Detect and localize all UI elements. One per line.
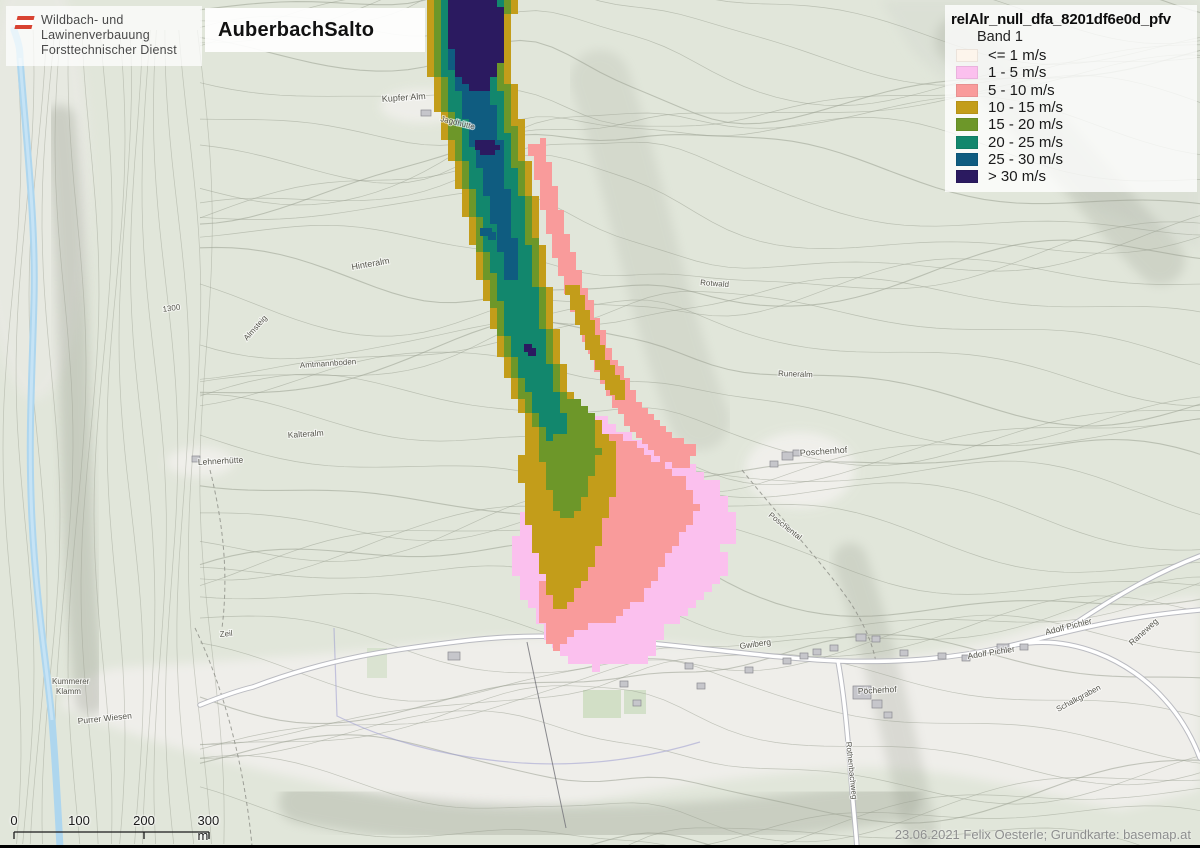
legend-item-label: 10 - 15 m/s <box>988 99 1063 116</box>
legend-item-label: > 30 m/s <box>988 168 1046 185</box>
legend-title: relAlr_null_dfa_8201df6e0d_pfv <box>951 11 1191 28</box>
legend-item-label: 25 - 30 m/s <box>988 151 1063 168</box>
map-place-label: Pöcherhof <box>858 684 898 696</box>
agency-line-2: Lawinenverbauung <box>41 28 150 42</box>
map-export-page: Kupfer AlmJagdhütteHinteralm1300Almsteig… <box>0 0 1200 848</box>
legend-panel: relAlr_null_dfa_8201df6e0d_pfv Band 1 <=… <box>945 5 1197 192</box>
legend-swatch <box>956 66 978 79</box>
map-place-label: Kummerer <box>52 677 90 686</box>
legend-item: 20 - 25 m/s <box>951 133 1191 150</box>
legend-item-label: 20 - 25 m/s <box>988 134 1063 151</box>
legend-item-label: 5 - 10 m/s <box>988 82 1055 99</box>
agency-name: Wildbach- und Lawinenverbauung Forsttech… <box>41 13 177 58</box>
scalebar-label: 100 <box>68 813 90 828</box>
legend-item: 10 - 15 m/s <box>951 99 1191 116</box>
scalebar-line <box>4 830 244 844</box>
scalebar: 0100200300 m <box>4 813 244 847</box>
legend-item-label: 1 - 5 m/s <box>988 64 1046 81</box>
map-title: AuberbachSalto <box>205 19 374 42</box>
agency-branding-panel: Wildbach- und Lawinenverbauung Forsttech… <box>6 6 202 66</box>
austrian-flag-icon <box>14 16 34 29</box>
scalebar-label: 200 <box>133 813 155 828</box>
agency-line-3: Forsttechnischer Dienst <box>41 43 177 57</box>
legend-item: 1 - 5 m/s <box>951 64 1191 81</box>
agency-line-1: Wildbach- und <box>41 13 124 27</box>
map-title-panel: AuberbachSalto <box>205 8 425 52</box>
legend-swatch <box>956 136 978 149</box>
map-place-label: Klamm <box>56 687 81 696</box>
map-place-label: Runeralm <box>778 369 813 379</box>
legend-swatch <box>956 153 978 166</box>
legend-swatch <box>956 49 978 62</box>
legend-item: <= 1 m/s <box>951 47 1191 64</box>
legend-swatch <box>956 101 978 114</box>
legend-item: 5 - 10 m/s <box>951 82 1191 99</box>
legend-items: <= 1 m/s1 - 5 m/s5 - 10 m/s10 - 15 m/s15… <box>951 47 1191 185</box>
scalebar-label: 0 <box>10 813 17 828</box>
legend-swatch <box>956 84 978 97</box>
legend-item-label: <= 1 m/s <box>988 47 1046 64</box>
legend-swatch <box>956 118 978 131</box>
legend-item-label: 15 - 20 m/s <box>988 116 1063 133</box>
legend-item: > 30 m/s <box>951 168 1191 185</box>
attribution: 23.06.2021 Felix Oesterle; Grundkarte: b… <box>895 827 1191 842</box>
map-place-label: Zeil <box>219 629 233 639</box>
legend-item: 25 - 30 m/s <box>951 151 1191 168</box>
legend-swatch <box>956 170 978 183</box>
legend-band-label: Band 1 <box>977 29 1191 45</box>
legend-item: 15 - 20 m/s <box>951 116 1191 133</box>
